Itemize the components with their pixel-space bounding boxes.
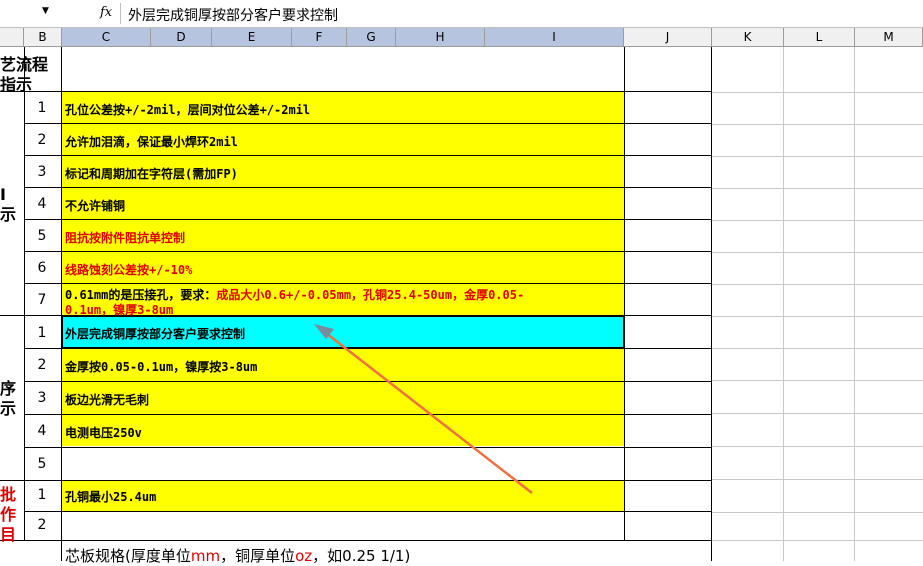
formula-bar: ▼ fx 外层完成铜厚按部分客户要求控制 [0, 0, 923, 28]
row-number: 3 [37, 164, 47, 180]
column-header-row: B C D E F G H I J K L M [0, 28, 923, 47]
row-number: 1 [37, 487, 47, 503]
side-label-group1: I 示 [0, 185, 17, 224]
name-box[interactable] [0, 3, 60, 23]
side-label-group3-line3: 目 [0, 525, 17, 544]
column-header-l[interactable]: L [784, 28, 855, 46]
corner-blank [0, 28, 24, 46]
requirement-text-continued[interactable]: 0.1um，镍厚3-8um [65, 301, 173, 318]
column-header-i[interactable]: I [485, 28, 624, 46]
column-header-h[interactable]: H [396, 28, 485, 46]
name-box-dropdown-icon[interactable]: ▼ [42, 6, 49, 16]
annotation-arrow-icon [314, 324, 533, 494]
row-number: 7 [37, 292, 47, 308]
row-number: 4 [37, 423, 47, 439]
row-number: 2 [37, 132, 47, 148]
requirement-text[interactable]: 不允许铺铜 [65, 197, 125, 214]
formula-input[interactable]: 外层完成铜厚按部分客户要求控制 [128, 5, 338, 25]
row-number: 2 [37, 357, 47, 373]
column-header-j[interactable]: J [624, 28, 712, 46]
requirement-text[interactable]: 电测电压250v [65, 424, 142, 441]
row-number: 1 [37, 100, 47, 116]
row-number: 5 [37, 228, 47, 244]
requirement-text[interactable]: 线路蚀刻公差按+/-10% [65, 261, 192, 278]
row-number: 5 [37, 456, 47, 472]
core-board-spec-label: 芯板规格(厚度单位mm，铜厚单位oz，如0.25 1/1) [65, 547, 411, 565]
column-header-k[interactable]: K [712, 28, 784, 46]
requirement-text[interactable]: 金厚按0.05-0.1um，镍厚按3-8um [65, 358, 257, 375]
column-header-g[interactable]: G [347, 28, 396, 46]
column-header-b[interactable]: B [24, 28, 62, 46]
requirement-text[interactable]: 孔铜最小25.4um [65, 488, 156, 505]
side-label-process-line2: 指示 [0, 75, 33, 94]
requirement-text[interactable]: 标记和周期加在字符层(需加FP) [65, 165, 238, 182]
column-header-m[interactable]: M [855, 28, 923, 46]
requirement-text[interactable]: 允许加泪滴，保证最小焊环2mil [65, 133, 238, 150]
formula-divider [120, 3, 121, 24]
requirement-text[interactable]: 阻抗按附件阻抗单控制 [65, 229, 185, 246]
row-number: 6 [37, 260, 47, 276]
function-icon[interactable]: fx [100, 5, 112, 20]
column-header-f[interactable]: F [292, 28, 347, 46]
requirement-text[interactable]: 孔位公差按+/-2mil，层间对位公差+/-2mil [65, 101, 310, 118]
column-header-d[interactable]: D [151, 28, 212, 46]
side-label-group2: 序 示 [0, 379, 17, 418]
requirement-text[interactable]: 板边光滑无毛刺 [65, 391, 149, 408]
row-number: 2 [37, 517, 47, 533]
row-number: 4 [37, 196, 47, 212]
selected-cell-text[interactable]: 外层完成铜厚按部分客户要求控制 [65, 325, 245, 342]
column-header-e[interactable]: E [212, 28, 292, 46]
row-number: 1 [37, 325, 47, 341]
row-number: 3 [37, 390, 47, 406]
spreadsheet-grid[interactable]: 艺流程 指示 I 示 序 示 批 作 目 1 孔位公差按+/-2mil，层间对位… [0, 47, 923, 565]
column-header-c[interactable]: C [62, 28, 151, 46]
